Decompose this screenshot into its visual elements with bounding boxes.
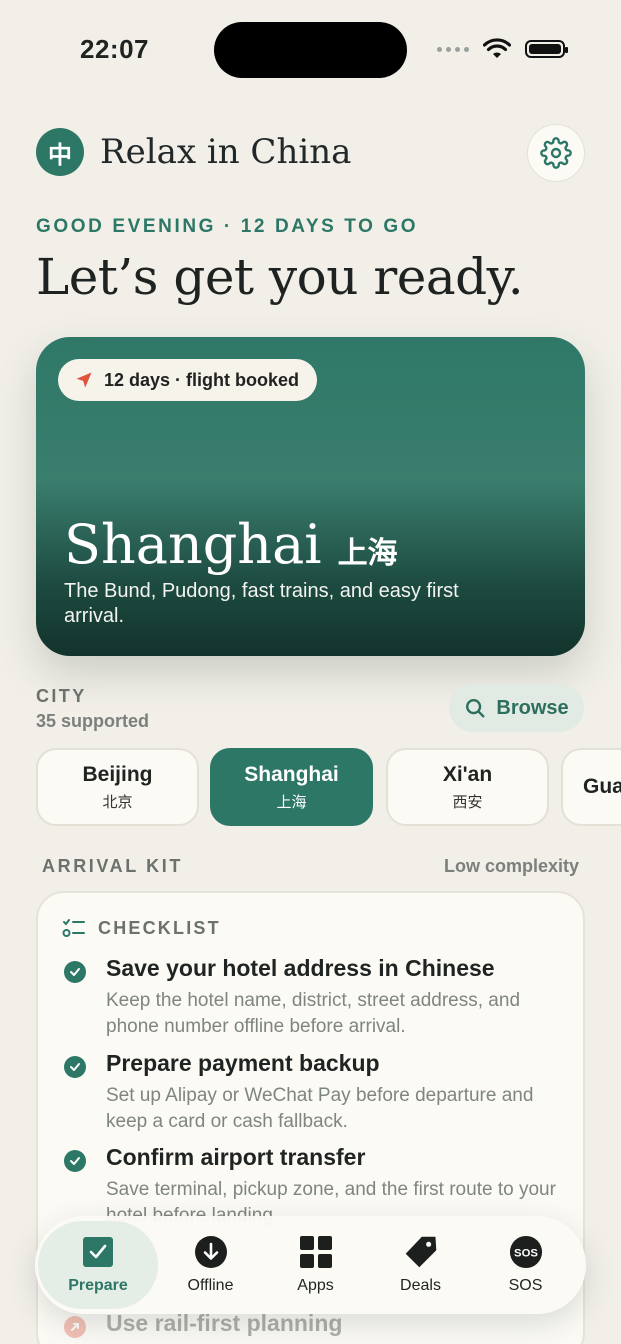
hero-city-zh: 上海: [337, 537, 398, 570]
city-chip-guangzhou[interactable]: Gua: [561, 748, 621, 826]
city-chip-shanghai[interactable]: Shanghai 上海: [210, 748, 373, 826]
check-circle-icon: [64, 1056, 86, 1078]
svg-text:SOS: SOS: [514, 1247, 538, 1259]
tab-label: Deals: [400, 1277, 441, 1294]
signal-icon: [437, 46, 469, 52]
tab-deals[interactable]: Deals: [368, 1221, 473, 1309]
tab-label: Apps: [297, 1277, 334, 1294]
bottom-tab-bar: Prepare Offline Apps Deals SOS SOS: [35, 1216, 586, 1314]
checklist-item-desc: Set up Alipay or WeChat Pay before depar…: [106, 1085, 534, 1132]
city-count: 35 supported: [36, 711, 150, 731]
grid-icon: [299, 1235, 333, 1269]
greeting-text: GOOD EVENING · 12 DAYS TO GO: [36, 216, 419, 237]
checklist-item-title: Prepare payment backup: [106, 1050, 380, 1076]
navigation-arrow-icon: [76, 372, 92, 388]
city-chip-en: Xi'an: [442, 762, 493, 786]
trip-status-text: 12 days · flight booked: [104, 369, 300, 390]
battery-icon: [525, 40, 568, 58]
city-chip-zh: 北京: [102, 793, 133, 811]
city-chip-en: Gua: [583, 775, 621, 798]
hero-description: The Bund, Pudong, fast trains, and easy …: [64, 580, 459, 627]
settings-button[interactable]: [527, 124, 585, 182]
hero-city-en: Shanghai: [64, 513, 322, 576]
arrival-kit-label: ARRIVAL KIT: [42, 856, 183, 876]
app-logo: 中: [36, 128, 84, 176]
destination-hero-card[interactable]: 12 days · flight booked Shanghai 上海 The …: [36, 337, 585, 656]
checkbox-icon: [81, 1235, 115, 1269]
check-circle-icon: [64, 1150, 86, 1172]
city-chip-en: Shanghai: [244, 762, 339, 786]
download-icon: [194, 1235, 228, 1269]
tab-offline[interactable]: Offline: [158, 1221, 263, 1309]
city-section-label: CITY: [36, 686, 87, 706]
sos-icon: SOS: [509, 1235, 543, 1269]
checklist-item[interactable]: Use rail-first planning: [64, 1310, 564, 1338]
checklist-item-title: Use rail-first planning: [106, 1310, 343, 1336]
hero-city-name: Shanghai 上海: [64, 513, 398, 576]
tab-apps[interactable]: Apps: [263, 1221, 368, 1309]
app-header: 中 Relax in China: [36, 128, 351, 176]
tag-icon: [404, 1235, 438, 1269]
search-icon: [466, 699, 485, 718]
checklist-label: CHECKLIST: [98, 917, 221, 938]
wifi-icon: [483, 38, 511, 58]
tab-sos[interactable]: SOS SOS: [473, 1221, 578, 1309]
checklist-item-title: Confirm airport transfer: [106, 1144, 366, 1170]
status-time: 22:07: [80, 34, 149, 64]
city-chip-en: Beijing: [82, 762, 153, 786]
rail-icon: [64, 1316, 86, 1338]
dynamic-island: [214, 22, 407, 78]
app-title: Relax in China: [100, 132, 352, 172]
complexity-label: Low complexity: [443, 856, 579, 876]
browse-label: Browse: [496, 696, 569, 719]
browse-button[interactable]: Browse: [449, 684, 584, 732]
check-circle-icon: [64, 961, 86, 983]
tab-prepare[interactable]: Prepare: [38, 1221, 158, 1309]
tab-label: Offline: [187, 1277, 234, 1294]
tab-label: Prepare: [68, 1277, 128, 1294]
checklist-item[interactable]: Save your hotel address in Chinese Keep …: [64, 955, 564, 1040]
city-chip-zh: 西安: [452, 793, 483, 811]
checklist-item[interactable]: Prepare payment backup Set up Alipay or …: [64, 1050, 564, 1135]
status-icons: [437, 38, 568, 60]
city-chip-beijing[interactable]: Beijing 北京: [36, 748, 199, 826]
checklist-icon: [62, 919, 85, 937]
gear-icon: [540, 137, 572, 169]
checklist-header: CHECKLIST: [62, 917, 221, 939]
trip-status-pill: 12 days · flight booked: [58, 359, 318, 401]
city-chip-xian[interactable]: Xi'an 西安: [386, 748, 549, 826]
tab-label: SOS: [508, 1277, 543, 1294]
city-chip-zh: 上海: [276, 793, 307, 811]
page-headline: Let’s get you ready.: [36, 248, 524, 306]
checklist-item-desc: Keep the hotel name, district, street ad…: [106, 990, 521, 1037]
checklist-item-title: Save your hotel address in Chinese: [106, 955, 495, 981]
